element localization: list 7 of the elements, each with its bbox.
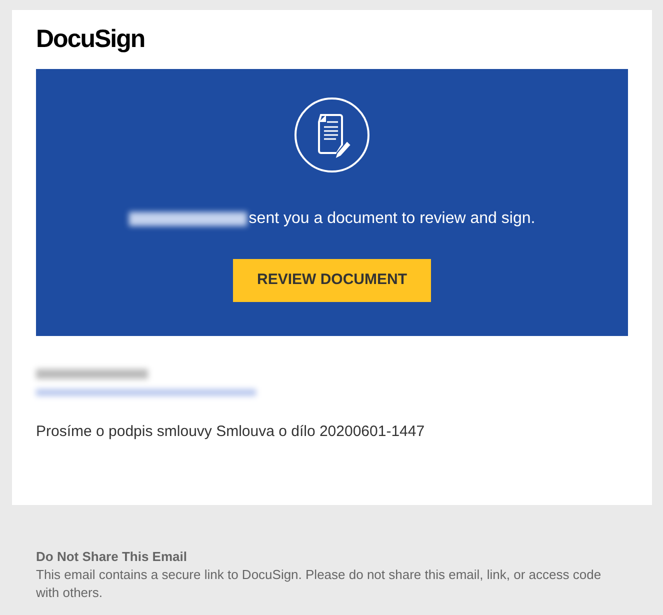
logo: DocuSign: [36, 24, 145, 54]
email-message: Prosíme o podpis smlouvy Smlouva o dílo 20200601-1447: [36, 422, 426, 442]
footer-text: This email contains a secure link to DocuSign. Please do not share this email, link, or access code with others.: [36, 566, 602, 602]
banner-message: sent you a document to review and sign.: [248, 209, 536, 229]
review-document-button[interactable]: REVIEW DOCUMENT: [233, 259, 431, 302]
footer-heading: Do Not Share This Email: [36, 548, 188, 566]
document-signing-icon: [294, 97, 370, 173]
